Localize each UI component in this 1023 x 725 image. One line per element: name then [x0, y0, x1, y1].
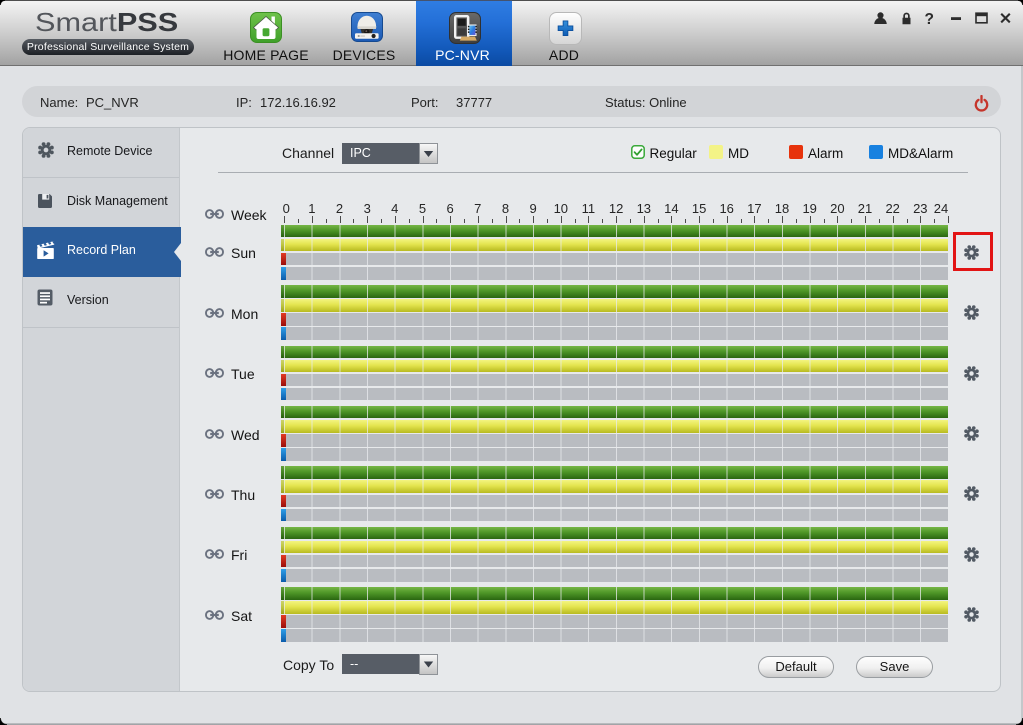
svg-text:?: ? [925, 11, 934, 28]
